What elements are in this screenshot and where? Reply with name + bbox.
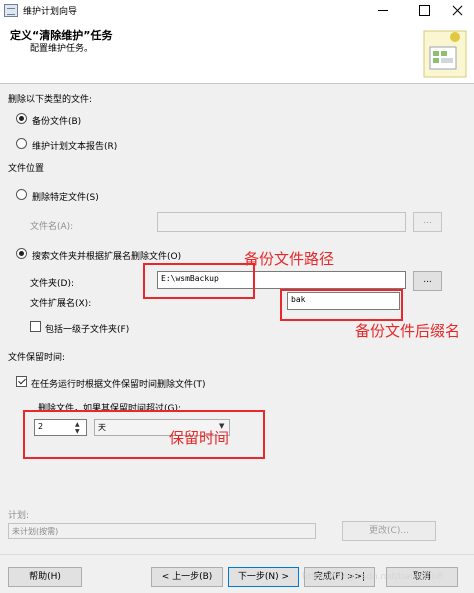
- help-button[interactable]: 帮助(H): [8, 567, 82, 587]
- close-button[interactable]: [441, 0, 474, 21]
- delete-type-label: 删除以下类型的文件:: [8, 95, 93, 105]
- file-name-browse-button[interactable]: ...: [413, 212, 442, 232]
- app-icon: [4, 4, 18, 17]
- wizard-header: 定义“清除维护”任务 配置维护任务。: [0, 21, 474, 84]
- folder-browse-button[interactable]: ...: [413, 271, 442, 291]
- include-subfolders-label[interactable]: 包括一级子文件夹(F): [45, 322, 129, 335]
- report-files-radio[interactable]: [16, 138, 27, 149]
- extension-annotation-text: 备份文件后缀名: [355, 322, 461, 340]
- file-name-label: 文件名(A):: [30, 222, 74, 232]
- schedule-label: 计划:: [8, 511, 30, 521]
- back-button[interactable]: < 上一步(B): [151, 567, 223, 587]
- wizard-illustration-icon: [423, 30, 467, 78]
- page-subtitle: 配置维护任务。: [30, 44, 94, 54]
- file-location-label: 文件位置: [8, 164, 45, 174]
- delete-specific-file-label[interactable]: 删除特定文件(S): [32, 190, 99, 203]
- folder-label: 文件夹(D):: [30, 279, 74, 289]
- delete-by-age-checkbox[interactable]: [16, 376, 27, 387]
- window-title: 维护计划向导: [23, 7, 78, 17]
- retention-annotation-text: 保留时间: [169, 429, 230, 447]
- title-bar: 维护计划向导: [0, 0, 474, 21]
- change-schedule-button[interactable]: 更改(C)...: [342, 521, 436, 541]
- minimize-button[interactable]: [367, 0, 400, 21]
- schedule-input: 未计划(按需): [8, 523, 316, 539]
- maximize-button[interactable]: [407, 0, 440, 21]
- extension-annotation-box: [280, 289, 403, 321]
- search-folder-radio[interactable]: [16, 248, 27, 259]
- next-button[interactable]: 下一步(N) >: [228, 567, 299, 587]
- backup-files-label[interactable]: 备份文件(B): [32, 114, 81, 127]
- folder-annotation-box: [143, 263, 255, 299]
- delete-specific-file-radio[interactable]: [16, 189, 27, 200]
- file-name-input[interactable]: [157, 212, 406, 232]
- extension-label: 文件扩展名(X):: [30, 299, 92, 309]
- retention-label: 文件保留时间:: [8, 353, 66, 363]
- report-files-label[interactable]: 维护计划文本报告(R): [32, 139, 117, 152]
- folder-annotation-text: 备份文件路径: [244, 250, 335, 268]
- include-subfolders-checkbox[interactable]: [30, 321, 41, 332]
- backup-files-radio[interactable]: [16, 113, 27, 124]
- delete-by-age-label[interactable]: 在任务运行时根据文件保留时间删除文件(T): [31, 377, 206, 390]
- watermark: https://blog.csdn.net/tianfeilin8: [302, 572, 444, 582]
- search-folder-label[interactable]: 搜索文件夹并根据扩展名删除文件(O): [32, 249, 181, 262]
